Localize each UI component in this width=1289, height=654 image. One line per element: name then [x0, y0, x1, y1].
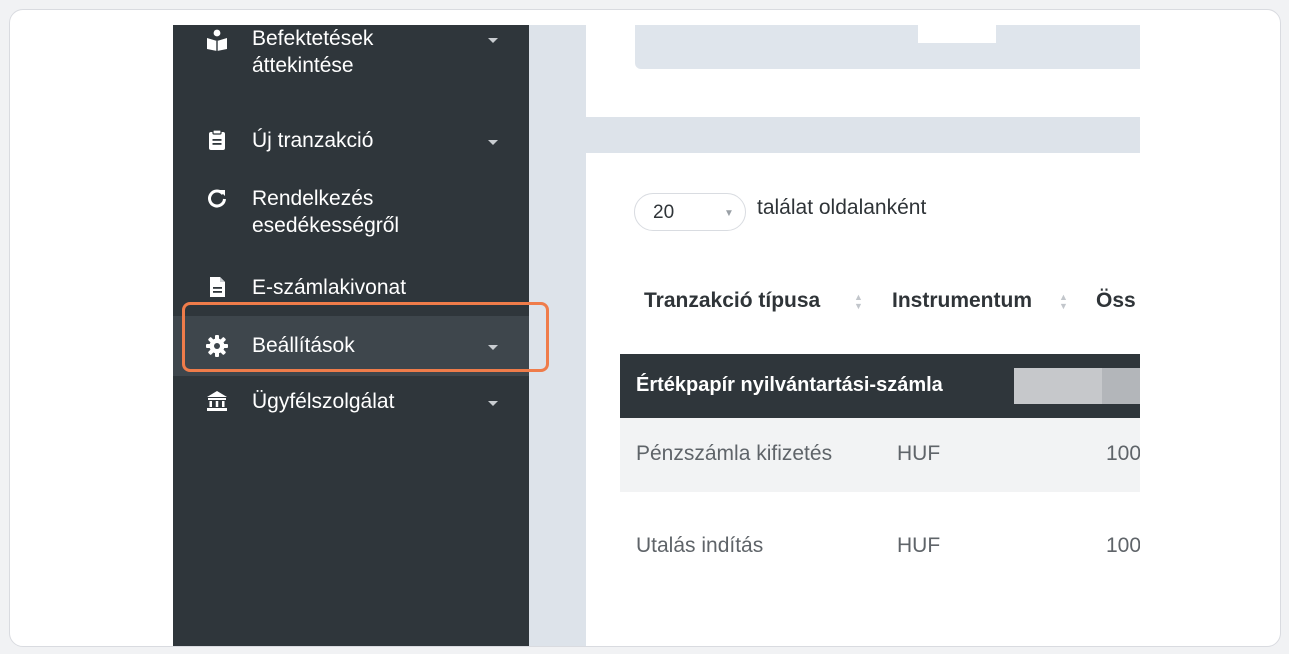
label-line-2: áttekintése — [252, 54, 354, 77]
sidebar-item-label: Beállítások — [252, 334, 355, 357]
refresh-icon — [206, 187, 228, 209]
chevron-down-icon — [488, 401, 498, 406]
gear-icon — [206, 335, 228, 357]
sort-icon[interactable]: ▲ ▼ — [854, 293, 863, 311]
select-arrow-icon: ▼ — [724, 208, 734, 219]
main-content: 20 ▼ találat oldalanként Tranzakció típu… — [529, 25, 1140, 646]
sidebar-item-e-statement[interactable]: E-számlakivonat — [173, 274, 529, 304]
cell-amount: 100 — [1106, 534, 1140, 557]
chevron-down-icon — [488, 140, 498, 145]
cell-transaction-type: Utalás indítás — [636, 534, 764, 557]
sidebar-item-label: Befektetések áttekintése — [252, 25, 373, 79]
sidebar-item-new-transaction[interactable]: Új tranzakció — [173, 127, 529, 157]
table-row[interactable]: Utalás indítás HUF 100 — [620, 510, 1140, 584]
screenshot-frame: Befektetések áttekintése Új tranzakció R… — [9, 9, 1281, 647]
top-card-panel — [635, 25, 1140, 69]
per-page-label: találat oldalanként — [757, 196, 927, 219]
chevron-down-icon — [488, 38, 498, 43]
sidebar-item-label: Rendelkezés esedékességről — [252, 185, 399, 239]
cell-instrument: HUF — [897, 534, 941, 557]
table-row[interactable]: Pénzszámla kifizetés HUF 100 — [620, 418, 1140, 492]
label-line-1: Befektetések — [252, 27, 374, 50]
book-reader-icon — [206, 29, 228, 51]
label-line-1: Rendelkezés — [252, 187, 374, 210]
sidebar: Befektetések áttekintése Új tranzakció R… — [173, 25, 529, 646]
cell-amount: 100 — [1106, 442, 1140, 465]
file-text-icon — [206, 276, 228, 298]
sidebar-item-label: Új tranzakció — [252, 129, 374, 152]
sidebar-item-label: Ügyfélszolgálat — [252, 390, 395, 413]
account-group-row: Értékpapír nyilvántartási-számla — [620, 354, 1140, 418]
sidebar-item-label: E-számlakivonat — [252, 276, 407, 299]
column-header-instrument[interactable]: Instrumentum — [892, 289, 1032, 313]
account-group-title: Értékpapír nyilvántartási-számla — [636, 374, 943, 396]
page-size-value: 20 — [653, 202, 675, 223]
page-size-select[interactable]: 20 ▼ — [634, 193, 746, 231]
chevron-down-icon — [488, 345, 498, 350]
top-card-tab[interactable] — [918, 25, 996, 43]
sidebar-item-investments-overview[interactable]: Befektetések áttekintése — [173, 25, 529, 95]
sort-icon[interactable]: ▲ ▼ — [1059, 293, 1068, 311]
clipboard-icon — [206, 129, 228, 151]
column-header-amount[interactable]: Öss — [1096, 289, 1136, 313]
column-header-transaction-type[interactable]: Tranzakció típusa — [644, 289, 820, 313]
label-line-2: esedékességről — [252, 214, 400, 237]
bank-icon — [206, 390, 228, 412]
cell-transaction-type: Pénzszámla kifizetés — [636, 442, 833, 465]
top-card — [586, 25, 1140, 117]
sidebar-item-maturity-instruction[interactable]: Rendelkezés esedékességről — [173, 185, 529, 243]
cell-instrument: HUF — [897, 442, 941, 465]
transactions-card: 20 ▼ találat oldalanként Tranzakció típu… — [586, 153, 1140, 646]
sidebar-item-customer-service[interactable]: Ügyfélszolgálat — [173, 388, 529, 418]
sidebar-item-settings[interactable]: Beállítások — [173, 316, 529, 376]
redacted-account-number-part — [1014, 368, 1102, 404]
